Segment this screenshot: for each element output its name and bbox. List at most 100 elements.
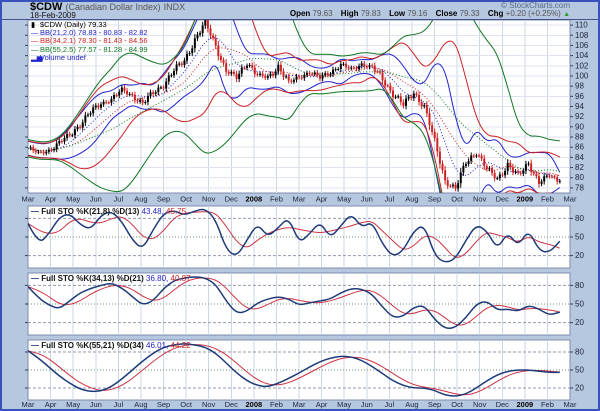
price-legend: ▮$CDW (Daily) 79.33 —BB(21,2.0) 78.83 - … <box>31 21 148 62</box>
svg-text:20: 20 <box>575 251 584 260</box>
svg-text:106: 106 <box>575 41 589 50</box>
sto2-d-value: 40.87 <box>171 274 191 283</box>
svg-text:Nov: Nov <box>473 400 487 409</box>
svg-text:2008: 2008 <box>245 195 262 204</box>
svg-text:20: 20 <box>575 318 584 327</box>
svg-text:2008: 2008 <box>245 400 262 409</box>
svg-text:2009: 2009 <box>516 195 533 204</box>
svg-text:Oct: Oct <box>451 400 464 409</box>
stockcharts-chart: Mar Apr May Jun Jul Aug Sep Oct Nov Dec 2008 Feb Mar… <box>0 0 600 411</box>
low-value: 79.16 <box>407 9 427 18</box>
svg-text:104: 104 <box>575 51 589 60</box>
open-value: 79.63 <box>313 9 333 18</box>
svg-text:Oct: Oct <box>451 195 464 204</box>
svg-text:20: 20 <box>575 384 584 393</box>
sto1-title: Full STO %K(21,8) %D(13) <box>41 207 139 216</box>
svg-text:Sep: Sep <box>157 195 170 204</box>
svg-text:Feb: Feb <box>270 195 283 204</box>
svg-text:2009: 2009 <box>516 400 533 409</box>
svg-text:May: May <box>337 400 351 409</box>
svg-text:50: 50 <box>575 300 584 309</box>
svg-text:Dec: Dec <box>496 400 510 409</box>
svg-text:Mar: Mar <box>564 400 577 409</box>
svg-text:80: 80 <box>575 281 584 290</box>
svg-text:Jun: Jun <box>361 400 373 409</box>
svg-text:Jun: Jun <box>361 195 373 204</box>
svg-text:102: 102 <box>575 61 589 70</box>
svg-text:Jun: Jun <box>90 400 102 409</box>
line-swatch-icon: — <box>31 341 39 350</box>
svg-text:92: 92 <box>575 112 584 121</box>
legend-label: Volume undef <box>40 53 86 62</box>
svg-text:50: 50 <box>575 366 584 375</box>
svg-text:50: 50 <box>575 233 584 242</box>
open-label: Open <box>290 9 310 18</box>
svg-text:Apr: Apr <box>316 195 328 204</box>
svg-text:110: 110 <box>575 21 588 30</box>
svg-text:Apr: Apr <box>316 400 328 409</box>
svg-text:80: 80 <box>575 214 584 223</box>
svg-text:Mar: Mar <box>293 400 306 409</box>
sto2-title: Full STO %K(34,13) %D(21) <box>41 274 144 283</box>
close-value: 79.33 <box>460 9 480 18</box>
legend-item-volume: ▂▅Volume undef <box>31 54 148 62</box>
svg-text:108: 108 <box>575 31 589 40</box>
svg-text:84: 84 <box>575 153 584 162</box>
svg-text:Sep: Sep <box>428 195 441 204</box>
svg-text:Sep: Sep <box>428 400 441 409</box>
instrument-name: (Canadian Dollar Index) <box>65 2 160 12</box>
svg-text:May: May <box>337 195 351 204</box>
close-label: Close <box>436 9 458 18</box>
svg-text:78: 78 <box>575 183 584 192</box>
change-up-arrow-icon: ▲ <box>563 11 570 18</box>
chart-date: 18-Feb-2009 <box>30 11 76 20</box>
volume-bars-icon: ▂▅ <box>31 54 40 62</box>
svg-text:Nov: Nov <box>202 195 216 204</box>
svg-text:Jul: Jul <box>114 400 124 409</box>
sto3-title: Full STO %K(55,21) %D(34) <box>41 341 144 350</box>
chg-value: +0.20 (+0.25%) <box>506 9 561 18</box>
svg-text:96: 96 <box>575 92 584 101</box>
svg-text:Feb: Feb <box>541 195 554 204</box>
svg-text:Dec: Dec <box>496 195 510 204</box>
svg-text:May: May <box>66 400 80 409</box>
sto2-k-value: 36.80, <box>146 274 168 283</box>
svg-text:Aug: Aug <box>134 195 147 204</box>
sto1-k-value: 43.48, <box>142 207 164 216</box>
svg-text:80: 80 <box>575 173 584 182</box>
sto2-label: — Full STO %K(34,13) %D(21) 36.80, 40.87 <box>31 274 191 283</box>
svg-text:Nov: Nov <box>202 400 216 409</box>
svg-text:98: 98 <box>575 82 584 91</box>
svg-text:Oct: Oct <box>180 400 193 409</box>
svg-text:Mar: Mar <box>564 195 577 204</box>
svg-text:Mar: Mar <box>22 195 35 204</box>
svg-text:Aug: Aug <box>134 400 147 409</box>
chg-label: Chg <box>488 9 504 18</box>
svg-text:80: 80 <box>575 348 584 357</box>
svg-text:Oct: Oct <box>180 195 193 204</box>
svg-text:100: 100 <box>575 71 589 80</box>
svg-text:Dec: Dec <box>225 195 239 204</box>
svg-text:Nov: Nov <box>473 195 487 204</box>
svg-text:May: May <box>66 195 80 204</box>
svg-text:Mar: Mar <box>293 195 306 204</box>
line-swatch-icon: — <box>31 207 39 216</box>
svg-text:Jul: Jul <box>385 195 395 204</box>
svg-text:Aug: Aug <box>405 195 418 204</box>
line-swatch-icon: — <box>31 274 39 283</box>
svg-text:Feb: Feb <box>541 400 554 409</box>
sto1-d-value: 45.75 <box>166 207 186 216</box>
exchange-label: INDX <box>164 2 186 12</box>
svg-text:90: 90 <box>575 122 584 131</box>
high-value: 79.83 <box>361 9 381 18</box>
svg-text:Apr: Apr <box>45 195 57 204</box>
svg-text:Jul: Jul <box>114 195 124 204</box>
svg-text:Mar: Mar <box>22 400 35 409</box>
svg-text:94: 94 <box>575 102 584 111</box>
svg-text:Apr: Apr <box>45 400 57 409</box>
sto3-d-value: 44.22 <box>171 341 191 350</box>
sto3-label: — Full STO %K(55,21) %D(34) 46.01, 44.22 <box>31 341 191 350</box>
sto1-label: — Full STO %K(21,8) %D(13) 43.48, 45.75 <box>31 207 186 216</box>
svg-text:Jul: Jul <box>385 400 395 409</box>
svg-text:88: 88 <box>575 133 584 142</box>
